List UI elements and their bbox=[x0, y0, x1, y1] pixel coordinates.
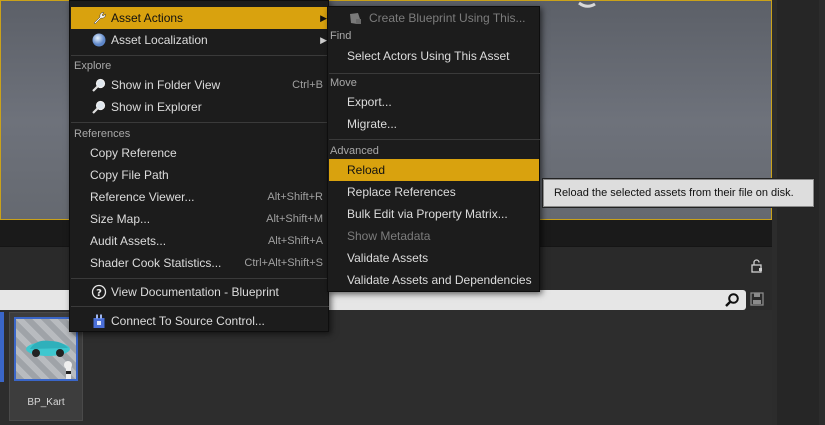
menu-item-view-documentation[interactable]: ? View Documentation - Blueprint bbox=[71, 281, 329, 303]
menu-item-reload[interactable]: Reload bbox=[329, 159, 539, 181]
menu-label: Replace References bbox=[347, 185, 456, 199]
menu-separator bbox=[329, 73, 540, 74]
chevron-right-icon: ▶ bbox=[320, 35, 327, 45]
menu-label: Show Metadata bbox=[347, 229, 431, 243]
menu-label: Show in Explorer bbox=[111, 100, 202, 114]
menu-label: Validate Assets and Dependencies bbox=[347, 273, 532, 287]
chevron-right-icon: ▶ bbox=[320, 13, 327, 23]
menu-label: Asset Localization bbox=[111, 33, 208, 47]
menu-label: Reference Viewer... bbox=[90, 190, 195, 204]
menu-separator bbox=[71, 55, 329, 56]
menu-label: Migrate... bbox=[347, 117, 398, 131]
menu-label: Asset Actions bbox=[111, 11, 184, 25]
menu-item-asset-actions[interactable]: Asset Actions ▶ bbox=[71, 7, 329, 29]
section-header-advanced: Advanced bbox=[330, 145, 379, 157]
menu-item-show-in-folder-view[interactable]: Show in Folder View Ctrl+B bbox=[71, 74, 329, 96]
magnifier-icon bbox=[92, 100, 106, 114]
section-header-move: Move bbox=[330, 77, 357, 89]
help-icon: ? bbox=[91, 284, 107, 300]
menu-label: Copy Reference bbox=[90, 146, 177, 160]
shortcut-label: Ctrl+Alt+Shift+S bbox=[244, 257, 323, 269]
menu-item-bulk-edit[interactable]: Bulk Edit via Property Matrix... bbox=[329, 203, 540, 225]
wrench-icon bbox=[93, 12, 106, 25]
menu-item-validate-assets-dependencies[interactable]: Validate Assets and Dependencies bbox=[329, 269, 540, 291]
menu-label: Export... bbox=[347, 95, 392, 109]
menu-label: Connect To Source Control... bbox=[111, 314, 265, 328]
menu-item-migrate[interactable]: Migrate... bbox=[329, 113, 540, 135]
menu-separator bbox=[71, 122, 329, 123]
shortcut-label: Alt+Shift+M bbox=[266, 213, 323, 225]
gizmo-fragment-icon bbox=[578, 1, 596, 8]
menu-item-copy-file-path[interactable]: Copy File Path bbox=[71, 164, 329, 186]
menu-item-reference-viewer[interactable]: Reference Viewer... Alt+Shift+R bbox=[71, 186, 329, 208]
svg-text:?: ? bbox=[96, 288, 102, 299]
menu-item-shader-cook-statistics[interactable]: Shader Cook Statistics... Ctrl+Alt+Shift… bbox=[71, 252, 329, 274]
menu-label: Show in Folder View bbox=[111, 78, 221, 92]
asset-name: BP_Kart bbox=[27, 397, 65, 408]
menu-separator bbox=[71, 306, 329, 307]
menu-label: Create Blueprint Using This... bbox=[369, 11, 526, 25]
menu-label: View Documentation - Blueprint bbox=[111, 285, 279, 299]
section-header-explore: Explore bbox=[74, 60, 112, 72]
adjacent-tile-selection bbox=[0, 312, 4, 382]
menu-item-select-actors[interactable]: Select Actors Using This Asset bbox=[329, 45, 540, 67]
menu-label: Copy File Path bbox=[90, 168, 169, 182]
blueprint-icon bbox=[350, 13, 361, 24]
details-panel-edge bbox=[772, 0, 825, 425]
reload-tooltip: Reload the selected assets from their fi… bbox=[543, 179, 814, 207]
menu-label: Size Map... bbox=[90, 212, 151, 226]
shortcut-label: Alt+Shift+R bbox=[267, 191, 323, 203]
menu-label: Bulk Edit via Property Matrix... bbox=[347, 207, 508, 221]
section-header-find: Find bbox=[330, 30, 352, 42]
menu-item-replace-references[interactable]: Replace References bbox=[329, 181, 540, 203]
source-control-icon bbox=[93, 314, 105, 328]
menu-item-size-map[interactable]: Size Map... Alt+Shift+M bbox=[71, 208, 329, 230]
menu-separator bbox=[71, 278, 329, 279]
menu-label: Reload bbox=[347, 163, 386, 177]
menu-item-show-metadata[interactable]: Show Metadata bbox=[329, 225, 540, 247]
lock-icon[interactable] bbox=[749, 258, 765, 274]
menu-item-validate-assets[interactable]: Validate Assets bbox=[329, 247, 540, 269]
asset-context-menu: Asset Actions ▶ Asset Localization ▶ Exp… bbox=[69, 0, 329, 332]
search-icon[interactable] bbox=[724, 292, 740, 308]
menu-item-show-in-explorer[interactable]: Show in Explorer bbox=[71, 96, 329, 118]
menu-item-asset-localization[interactable]: Asset Localization ▶ bbox=[71, 29, 329, 51]
section-header-references: References bbox=[74, 128, 131, 140]
menu-item-export[interactable]: Export... bbox=[329, 91, 540, 113]
menu-separator bbox=[329, 139, 540, 140]
menu-item-connect-source-control[interactable]: Connect To Source Control... bbox=[71, 310, 329, 332]
asset-actions-submenu: Create Blueprint Using This... Find Sele… bbox=[327, 6, 540, 292]
shortcut-label: Ctrl+B bbox=[292, 79, 323, 91]
menu-item-audit-assets[interactable]: Audit Assets... Alt+Shift+A bbox=[71, 230, 329, 252]
menu-label: Audit Assets... bbox=[90, 234, 167, 248]
menu-label: Shader Cook Statistics... bbox=[90, 256, 222, 270]
shortcut-label: Alt+Shift+A bbox=[267, 235, 323, 247]
save-icon[interactable] bbox=[750, 292, 764, 306]
menu-label: Select Actors Using This Asset bbox=[347, 49, 510, 63]
menu-item-copy-reference[interactable]: Copy Reference bbox=[71, 142, 329, 164]
globe-icon bbox=[92, 33, 106, 47]
magnifier-icon bbox=[92, 78, 106, 92]
menu-item-create-blueprint[interactable]: Create Blueprint Using This... bbox=[329, 7, 540, 29]
menu-label: Validate Assets bbox=[347, 251, 429, 265]
